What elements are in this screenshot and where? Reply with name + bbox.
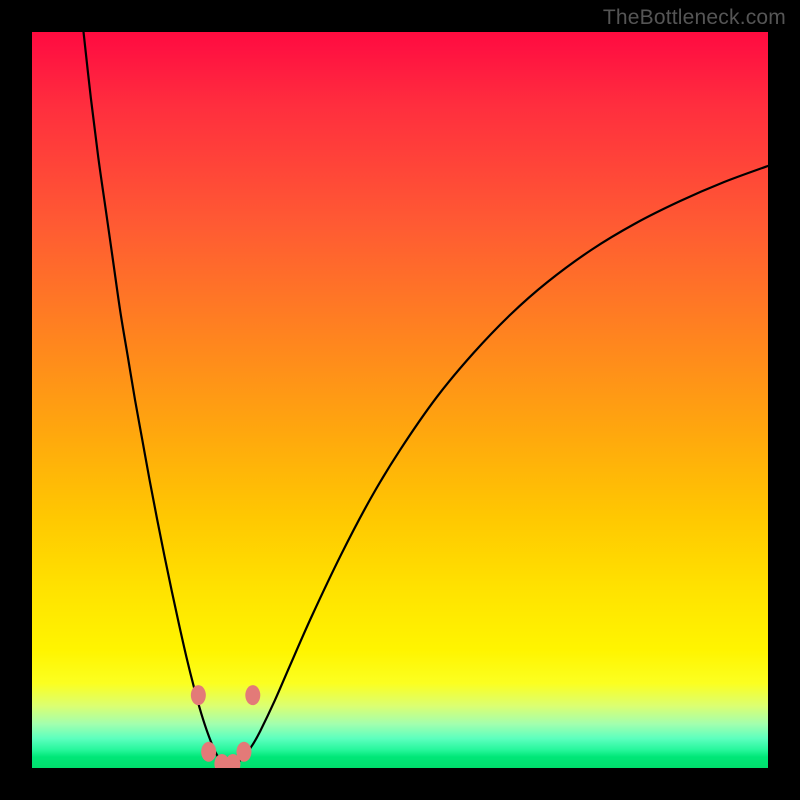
curve-marker <box>191 685 206 705</box>
watermark-text: TheBottleneck.com <box>603 6 786 30</box>
curve-marker <box>245 685 260 705</box>
curve-markers <box>191 685 260 768</box>
plot-area <box>32 32 768 768</box>
bottleneck-curve <box>84 32 768 765</box>
curve-layer <box>32 32 768 768</box>
curve-marker <box>201 742 216 762</box>
chart-frame: TheBottleneck.com <box>0 0 800 800</box>
curve-marker <box>236 742 251 762</box>
